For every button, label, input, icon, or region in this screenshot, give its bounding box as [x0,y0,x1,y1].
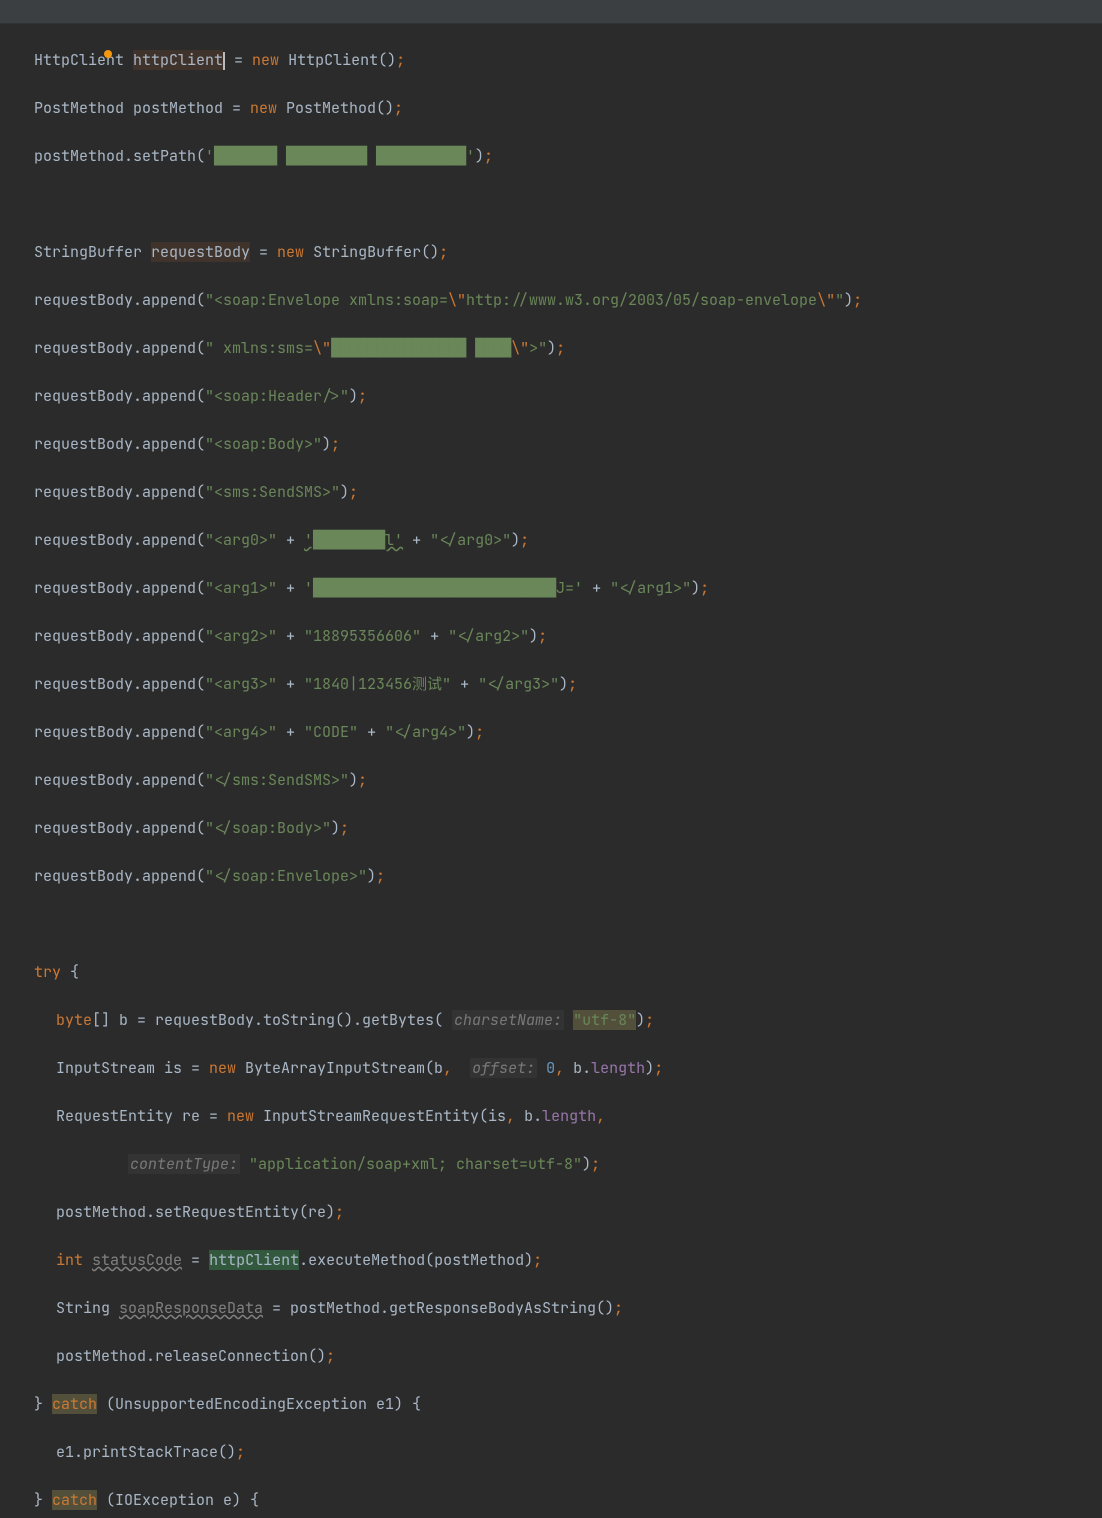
code-line: requestBody.append("<arg2>" + "188953566… [0,624,1102,648]
code-line: requestBody.append("<arg0>" + '████████l… [0,528,1102,552]
editor-tab-strip [0,0,1102,24]
code-line: requestBody.append("</soap:Body>"); [0,816,1102,840]
code-line: requestBody.append("</soap:Envelope>"); [0,864,1102,888]
code-line: requestBody.append(" xmlns:sms=\"███████… [0,336,1102,360]
code-line: postMethod.setPath('███████ █████████ ██… [0,144,1102,168]
code-line: requestBody.append("<sms:SendSMS>"); [0,480,1102,504]
code-line: InputStream is = new ByteArrayInputStrea… [0,1056,1102,1080]
redacted-string: ███████████████ ████ [331,338,511,358]
code-line: requestBody.append("<arg4>" + "CODE" + "… [0,720,1102,744]
code-editor[interactable]: HttpClient httpClient = new HttpClient()… [0,24,1102,1518]
blank-line [0,192,1102,216]
code-line: requestBody.append("<arg1>" + '█████████… [0,576,1102,600]
variable-def-highlight: httpClient [133,50,223,70]
code-line: e1.printStackTrace(); [0,1440,1102,1464]
redacted-string: '████████l' [304,530,403,550]
code-line: } catch (IOException e) { [0,1488,1102,1512]
code-line: int statusCode = httpClient.executeMetho… [0,1248,1102,1272]
unused-variable: soapResponseData [119,1298,263,1318]
variable-use-highlight: httpClient [209,1250,299,1270]
inlay-hint: charsetName: [452,1010,564,1030]
redacted-string: '███████ █████████ ██████████' [205,146,475,166]
blank-line [0,912,1102,936]
redacted-string: '███████████████████████████J=' [304,578,583,598]
code-line: postMethod.releaseConnection(); [0,1344,1102,1368]
code-line: String soapResponseData = postMethod.get… [0,1296,1102,1320]
code-line: requestBody.append("<soap:Envelope xmlns… [0,288,1102,312]
code-line: requestBody.append("<soap:Body>"); [0,432,1102,456]
code-line: requestBody.append("<soap:Header/>"); [0,384,1102,408]
inlay-hint: offset: [470,1058,537,1078]
code-line: } catch (UnsupportedEncodingException e1… [0,1392,1102,1416]
code-line: StringBuffer requestBody = new StringBuf… [0,240,1102,264]
code-line: try { [0,960,1102,984]
code-line: HttpClient httpClient = new HttpClient()… [0,48,1102,72]
text: HttpClient [34,50,133,70]
code-line: contentType: "application/soap+xml; char… [0,1152,1102,1176]
code-line: requestBody.append("<arg3>" + "1840|1234… [0,672,1102,696]
variable-def-highlight: requestBody [151,242,250,262]
unused-variable: statusCode [92,1250,182,1270]
inlay-hint: contentType: [128,1154,240,1174]
code-line: PostMethod postMethod = new PostMethod()… [0,96,1102,120]
code-line: postMethod.setRequestEntity(re); [0,1200,1102,1224]
code-line: byte[] b = requestBody.toString().getByt… [0,1008,1102,1032]
code-line: requestBody.append("</sms:SendSMS>"); [0,768,1102,792]
code-line: RequestEntity re = new InputStreamReques… [0,1104,1102,1128]
breakpoint-or-bookmark-icon[interactable] [104,50,112,58]
